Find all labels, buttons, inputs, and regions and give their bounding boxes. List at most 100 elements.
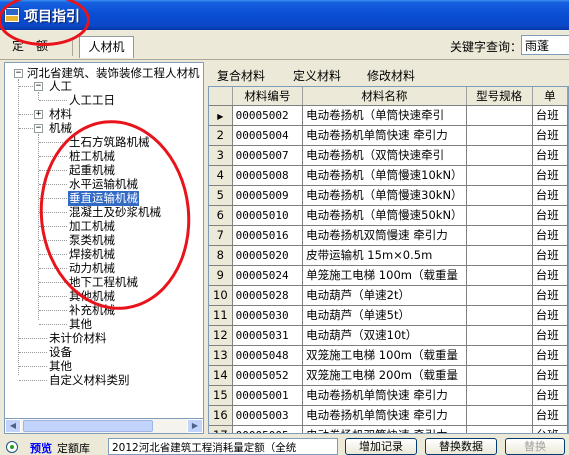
material-unit-cell[interactable]: 台班 — [532, 305, 568, 326]
table-row[interactable]: 8 00005020 皮带运输机 15m×0.5m 台班 — [209, 245, 568, 266]
material-unit-cell[interactable]: 台班 — [532, 185, 568, 206]
material-name-cell[interactable]: 电动卷扬机单筒快速 牵引力 — [302, 125, 467, 146]
tree-item-machinery-child[interactable]: 混凝土及砂浆机械 — [69, 205, 161, 220]
tree-item-machinery-child[interactable]: 地下工程机械 — [69, 275, 138, 290]
material-spec-cell[interactable] — [466, 185, 533, 206]
material-code-cell[interactable]: 00005004 — [232, 125, 304, 146]
material-name-cell[interactable]: 电动卷扬机（双筒快速牵引 — [302, 145, 467, 166]
table-row[interactable]: 5 00005009 电动卷扬机（单筒慢速30kN） 台班 — [209, 185, 568, 206]
material-spec-cell[interactable] — [466, 245, 533, 266]
tree-item-machinery-child[interactable]: 加工机械 — [69, 219, 115, 234]
replace-button[interactable]: 替换 — [505, 438, 565, 455]
table-row[interactable]: 2 00005004 电动卷扬机单筒快速 牵引力 台班 — [209, 125, 568, 146]
composite-material-tab[interactable]: 复合材料 — [217, 67, 265, 84]
table-row[interactable]: ▶ 00005002 电动卷扬机（单筒快速牵引 台班 — [209, 105, 568, 126]
material-spec-cell[interactable] — [466, 345, 533, 366]
expand-toggle-icon[interactable]: − — [34, 82, 43, 91]
scroll-right-icon[interactable]: ▶ — [187, 419, 203, 433]
material-name-cell[interactable]: 电动卷扬机（单筒慢速30kN） — [302, 185, 467, 206]
category-tree[interactable]: − 河北省建筑、装饰装修工程人材机 − 人工 人工工日 + 材料 − 机械 土石… — [4, 62, 204, 434]
tree-item-machinery-child[interactable]: 土石方筑路机械 — [69, 135, 150, 150]
column-header-code[interactable]: 材料编号 — [232, 87, 304, 106]
material-unit-cell[interactable]: 台班 — [532, 405, 568, 426]
expand-toggle-icon[interactable]: + — [34, 110, 43, 119]
material-name-cell[interactable]: 单笼施工电梯 100m（载重量 — [302, 265, 467, 286]
tree-horizontal-scrollbar[interactable]: ◀ ▶ — [4, 418, 204, 434]
material-code-cell[interactable]: 00005020 — [232, 245, 304, 266]
material-unit-cell[interactable]: 台班 — [532, 285, 568, 306]
material-code-cell[interactable]: 00005048 — [232, 345, 304, 366]
material-name-cell[interactable]: 皮带运输机 15m×0.5m — [302, 245, 467, 266]
material-name-cell[interactable]: 电动卷扬机双筒快速 牵引力 — [302, 425, 467, 433]
material-name-cell[interactable]: 电动卷扬机（单筒慢速10kN） — [302, 165, 467, 186]
material-unit-cell[interactable]: 台班 — [532, 365, 568, 386]
scrollbar-thumb[interactable] — [23, 420, 153, 432]
tree-item-machinery-child[interactable]: 起重机械 — [69, 163, 115, 178]
scroll-left-icon[interactable]: ◀ — [5, 419, 21, 433]
tree-item-machinery-child[interactable]: 桩工机械 — [69, 149, 115, 164]
table-row[interactable]: 14 00005052 双笼施工电梯 200m（载重量 台班 — [209, 365, 568, 386]
material-code-cell[interactable]: 00005030 — [232, 305, 304, 326]
material-unit-cell[interactable]: 台班 — [532, 425, 568, 433]
material-unit-cell[interactable]: 台班 — [532, 105, 568, 126]
tree-item-material[interactable]: 材料 — [49, 107, 72, 122]
tree-item-others[interactable]: 其他 — [49, 359, 72, 374]
material-spec-cell[interactable] — [466, 225, 533, 246]
material-spec-cell[interactable] — [466, 105, 533, 126]
material-name-cell[interactable]: 电动葫芦（单速2t） — [302, 285, 467, 306]
material-name-cell[interactable]: 电动卷扬机（单筒快速牵引 — [302, 105, 467, 126]
tab-material[interactable]: 人材机 — [79, 36, 134, 58]
column-header-unit[interactable]: 单 — [532, 87, 568, 106]
material-unit-cell[interactable]: 台班 — [532, 125, 568, 146]
tree-item-custom-category[interactable]: 自定义材料类别 — [49, 373, 130, 388]
expand-toggle-icon[interactable]: − — [14, 69, 23, 78]
material-spec-cell[interactable] — [466, 365, 533, 386]
table-row[interactable]: 10 00005028 电动葫芦（单速2t） 台班 — [209, 285, 568, 306]
material-code-cell[interactable]: 00005009 — [232, 185, 304, 206]
modify-material-tab[interactable]: 修改材料 — [367, 67, 415, 84]
material-code-cell[interactable]: 00005010 — [232, 205, 304, 226]
tree-item-machinery-child[interactable]: 泵类机械 — [69, 233, 115, 248]
table-row[interactable]: 11 00005030 电动葫芦（单速5t） 台班 — [209, 305, 568, 326]
material-code-cell[interactable]: 00005001 — [232, 385, 304, 406]
tab-quota[interactable]: 定 额 — [8, 36, 52, 58]
replace-data-button[interactable]: 替换数据 — [425, 438, 497, 455]
tree-item-labor-day[interactable]: 人工工日 — [69, 93, 115, 108]
material-unit-cell[interactable]: 台班 — [532, 245, 568, 266]
material-unit-cell[interactable]: 台班 — [532, 385, 568, 406]
material-unit-cell[interactable]: 台班 — [532, 165, 568, 186]
table-row[interactable]: 3 00005007 电动卷扬机（双筒快速牵引 台班 — [209, 145, 568, 166]
material-name-cell[interactable]: 电动葫芦（双速10t） — [302, 325, 467, 346]
keyword-search-input[interactable] — [521, 35, 569, 55]
table-row[interactable]: 12 00005031 电动葫芦（双速10t） 台班 — [209, 325, 568, 346]
material-code-cell[interactable]: 00005005 — [232, 425, 304, 433]
tree-item-machinery-child[interactable]: 焊接机械 — [69, 247, 115, 262]
material-spec-cell[interactable] — [466, 265, 533, 286]
material-unit-cell[interactable]: 台班 — [532, 325, 568, 346]
material-name-cell[interactable]: 电动卷扬机单筒快速 牵引力 — [302, 385, 467, 406]
material-unit-cell[interactable]: 台班 — [532, 265, 568, 286]
table-row[interactable]: 7 00005016 电动卷扬机双筒慢速 牵引力 台班 — [209, 225, 568, 246]
material-name-cell[interactable]: 电动卷扬机双筒慢速 牵引力 — [302, 225, 467, 246]
table-row[interactable]: 13 00005048 双笼施工电梯 100m（载重量 台班 — [209, 345, 568, 366]
preview-radio[interactable] — [6, 441, 18, 453]
material-code-cell[interactable]: 00005024 — [232, 265, 304, 286]
quota-library-select[interactable]: 2012河北省建筑工程消耗量定额（全统 — [108, 438, 338, 455]
tree-item-machinery-child-selected[interactable]: 垂直运输机械 — [68, 191, 139, 206]
material-unit-cell[interactable]: 台班 — [532, 345, 568, 366]
table-row[interactable]: 1700005005电动卷扬机双筒快速 牵引力 台班 — [209, 425, 568, 433]
material-spec-cell[interactable] — [466, 205, 533, 226]
tree-item-unpriced-material[interactable]: 未计价材料 — [49, 331, 107, 346]
table-row[interactable]: 16 00005003 电动卷扬机单筒快速 牵引力 台班 — [209, 405, 568, 426]
material-spec-cell[interactable] — [466, 125, 533, 146]
material-code-cell[interactable]: 00005008 — [232, 165, 304, 186]
tree-item-labor[interactable]: 人工 — [49, 79, 72, 94]
table-row[interactable]: 9 00005024 单笼施工电梯 100m（载重量 台班 — [209, 265, 568, 286]
table-row[interactable]: 6 00005010 电动卷扬机（单筒慢速50kN） 台班 — [209, 205, 568, 226]
material-name-cell[interactable]: 双笼施工电梯 100m（载重量 — [302, 345, 467, 366]
tree-item-machinery-child[interactable]: 其他 — [69, 317, 92, 332]
column-header-name[interactable]: 材料名称 — [302, 87, 467, 106]
material-code-cell[interactable]: 00005052 — [232, 365, 304, 386]
column-header-spec[interactable]: 型号规格 — [466, 87, 533, 106]
material-name-cell[interactable]: 电动卷扬机单筒快速 牵引力 — [302, 405, 467, 426]
